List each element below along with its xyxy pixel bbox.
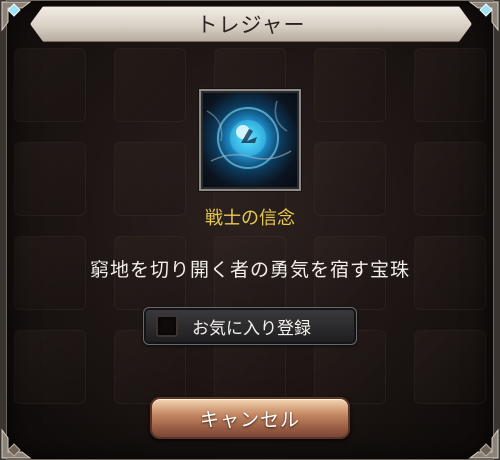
favorite-register-button[interactable]: お気に入り登録 bbox=[143, 307, 357, 345]
background-tile bbox=[414, 48, 486, 122]
dialog-title: トレジャー bbox=[196, 13, 306, 37]
background-tile bbox=[314, 48, 386, 122]
corner-ornament-icon bbox=[1, 428, 32, 459]
blue-orb-icon bbox=[206, 100, 292, 169]
favorite-checkbox[interactable] bbox=[156, 315, 178, 337]
cancel-button[interactable]: キャンセル bbox=[150, 397, 350, 439]
background-tile bbox=[114, 48, 186, 122]
title-bar: トレジャー bbox=[30, 6, 472, 42]
favorite-label: お気に入り登録 bbox=[192, 318, 311, 339]
item-description: 窮地を切り開く者の勇気を宿す宝珠 bbox=[89, 259, 410, 281]
treasure-dialog: トレジャー 戦士の信念 窮地を切り開く者の勇気を宿す宝珠 お気に入り登録 キャン… bbox=[0, 0, 500, 460]
background-tile bbox=[14, 48, 86, 122]
cancel-label: キャンセル bbox=[199, 408, 300, 431]
corner-ornament-icon bbox=[468, 428, 499, 459]
background-tile bbox=[414, 330, 486, 404]
dialog-frame bbox=[0, 0, 500, 460]
item-icon-frame bbox=[199, 89, 301, 191]
item-name: 戦士の信念 bbox=[205, 208, 295, 229]
background-tile bbox=[14, 330, 86, 404]
